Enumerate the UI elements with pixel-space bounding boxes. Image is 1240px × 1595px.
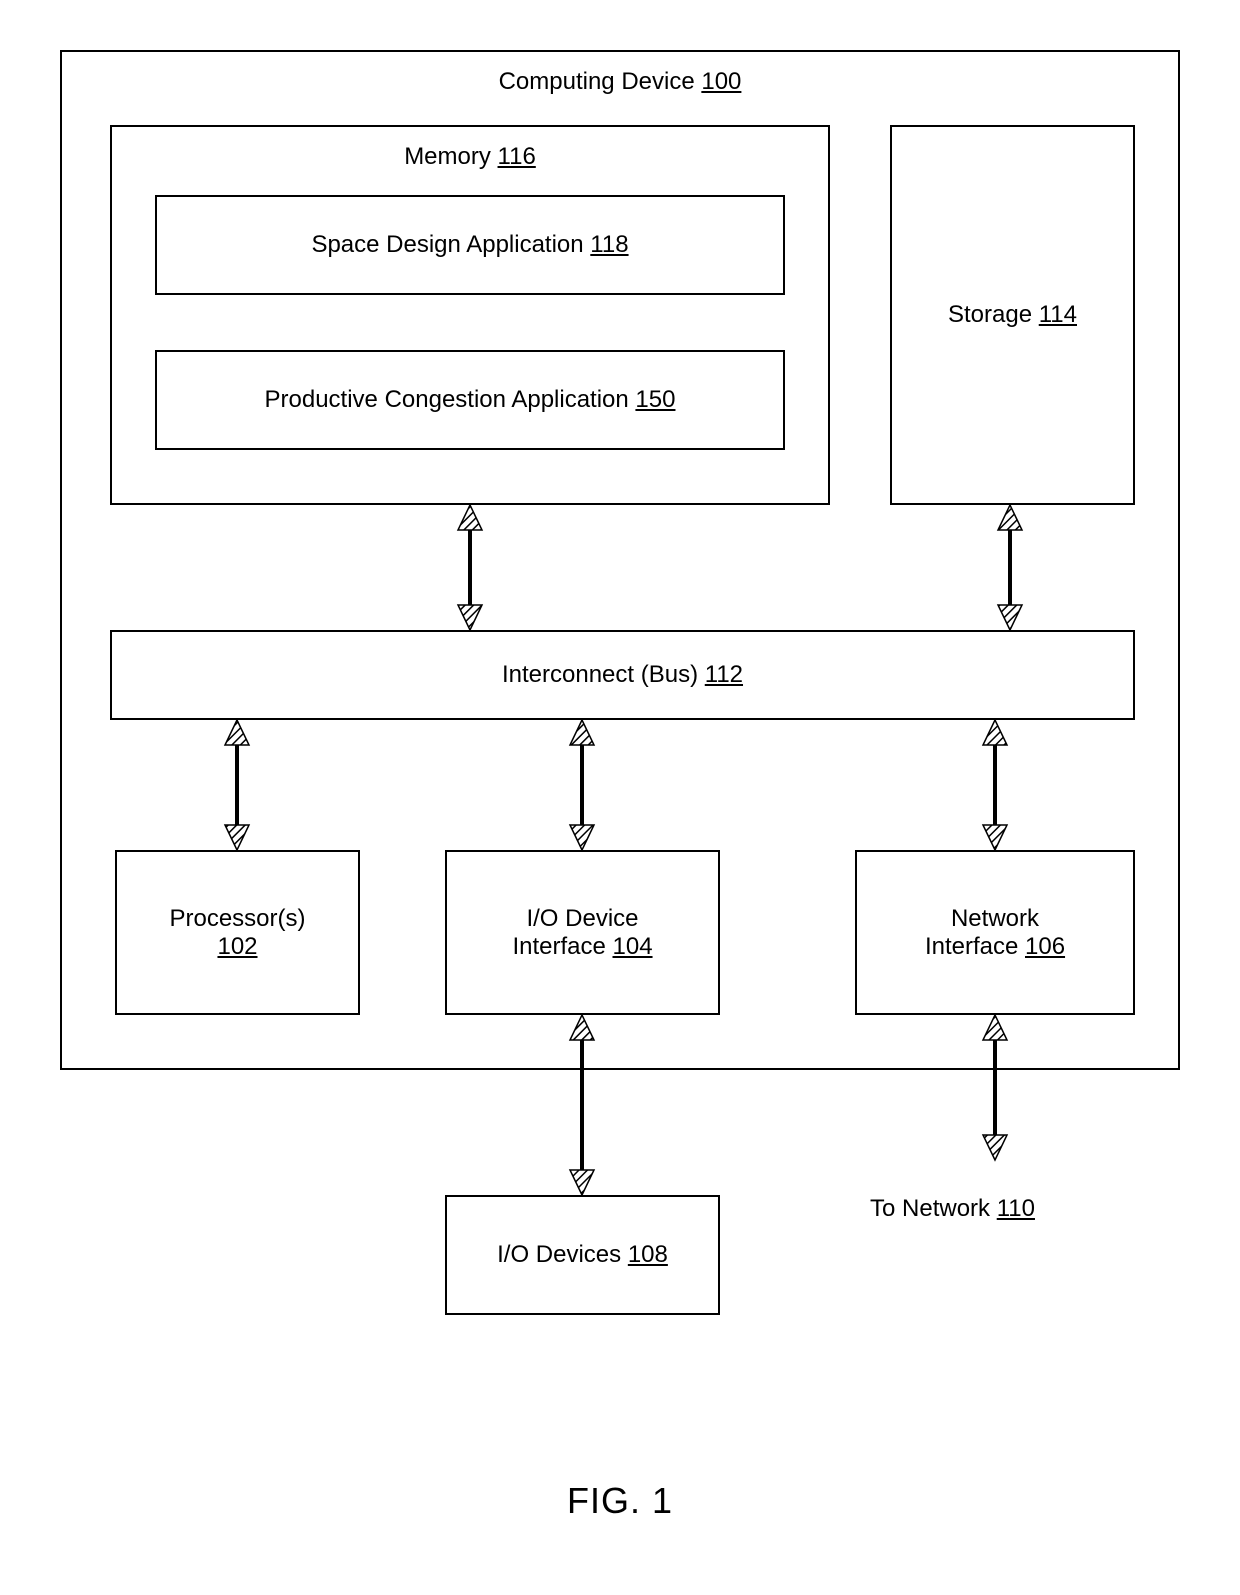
net-interface-ref: 106 xyxy=(1025,933,1065,960)
interconnect-box: Interconnect (Bus) 112 xyxy=(110,630,1135,720)
processors-ref: 102 xyxy=(217,933,257,960)
interconnect-ref: 112 xyxy=(705,661,743,688)
to-network-text: To Network xyxy=(870,1195,990,1222)
io-interface-ref: 104 xyxy=(613,933,653,960)
io-interface-label2: Interface 104 xyxy=(512,933,652,961)
diagram-canvas: Computing Device 100 Memory 116 Space De… xyxy=(0,0,1240,1595)
space-design-box: Space Design Application 118 xyxy=(155,195,785,295)
memory-ref: 116 xyxy=(498,143,536,170)
productive-label: Productive Congestion Application xyxy=(265,386,629,413)
net-interface-label2: Interface 106 xyxy=(925,933,1065,961)
processors-label: Processor(s) xyxy=(169,905,305,933)
computing-device-title: Computing Device 100 xyxy=(499,68,742,96)
io-devices-label: I/O Devices xyxy=(497,1241,621,1268)
io-interface-title: I/O Device Interface 104 xyxy=(512,905,652,961)
to-network-ref: 110 xyxy=(997,1195,1035,1222)
memory-title: Memory 116 xyxy=(404,143,536,171)
to-network-label: To Network 110 xyxy=(870,1195,1035,1223)
computing-device-label: Computing Device xyxy=(499,68,695,95)
interconnect-label: Interconnect (Bus) xyxy=(502,661,698,688)
productive-title: Productive Congestion Application 150 xyxy=(265,386,676,414)
productive-box: Productive Congestion Application 150 xyxy=(155,350,785,450)
processors-title: Processor(s) 102 xyxy=(169,905,305,961)
net-interface-title: Network Interface 106 xyxy=(925,905,1065,961)
storage-title: Storage 114 xyxy=(948,301,1077,329)
space-design-title: Space Design Application 118 xyxy=(311,231,628,259)
io-interface-box: I/O Device Interface 104 xyxy=(445,850,720,1015)
net-interface-label1: Network xyxy=(925,905,1065,933)
computing-device-ref: 100 xyxy=(701,68,741,95)
interconnect-title: Interconnect (Bus) 112 xyxy=(502,661,743,689)
processors-box: Processor(s) 102 xyxy=(115,850,360,1015)
io-devices-title: I/O Devices 108 xyxy=(497,1241,668,1269)
space-design-ref: 118 xyxy=(590,231,628,258)
memory-label: Memory xyxy=(404,143,491,170)
space-design-label: Space Design Application xyxy=(311,231,583,258)
io-devices-box: I/O Devices 108 xyxy=(445,1195,720,1315)
productive-ref: 150 xyxy=(635,386,675,413)
storage-box: Storage 114 xyxy=(890,125,1135,505)
storage-label: Storage xyxy=(948,301,1032,328)
figure-caption: FIG. 1 xyxy=(0,1480,1240,1522)
net-interface-box: Network Interface 106 xyxy=(855,850,1135,1015)
io-devices-ref: 108 xyxy=(628,1241,668,1268)
storage-ref: 114 xyxy=(1039,301,1077,328)
io-interface-label1: I/O Device xyxy=(512,905,652,933)
